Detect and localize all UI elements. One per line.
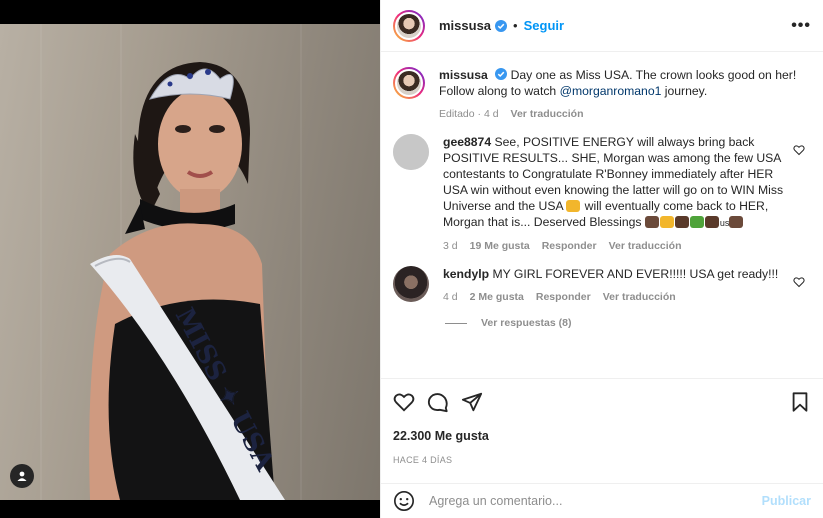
comment-avatar[interactable]	[393, 134, 429, 170]
comment-likes[interactable]: 2 Me gusta	[470, 291, 524, 303]
thumbs-up-emoji-icon	[729, 216, 744, 228]
like-heart-icon[interactable]	[393, 391, 415, 413]
add-comment-bar: Publicar	[381, 483, 823, 518]
comment-reply-button[interactable]: Responder	[536, 291, 591, 303]
comment-item: gee8874 See, POSITIVE ENERGY will always…	[393, 134, 811, 252]
comment-item: kendylp MY GIRL FOREVER AND EVER!!!!! US…	[393, 266, 811, 303]
comment-bubble-icon[interactable]	[427, 391, 449, 413]
comment-input[interactable]	[429, 494, 762, 508]
crown-emoji-icon	[659, 216, 674, 228]
comment-time: 4 d	[443, 291, 458, 303]
post-timestamp: HACE 4 DÍAS	[393, 455, 453, 465]
verified-badge-icon	[495, 68, 508, 80]
post-media[interactable]: MISS ✦ USA	[0, 0, 380, 518]
like-comment-heart-icon[interactable]	[793, 144, 805, 156]
post-header: missusa • Seguir •••	[381, 0, 823, 52]
caption-text: missusa Day one as Miss USA. The crown l…	[439, 67, 803, 99]
separator-dot: •	[513, 18, 518, 33]
comment-avatar[interactable]	[393, 266, 429, 302]
comment-body: MY GIRL FOREVER AND EVER!!!!! USA get re…	[492, 267, 779, 281]
caption-mention[interactable]: @morganromano1	[560, 84, 662, 98]
praying-emoji-icon	[644, 216, 659, 228]
more-icon[interactable]: •••	[791, 17, 811, 35]
like-count[interactable]: 22.300 Me gusta	[393, 429, 811, 443]
replies-divider	[445, 322, 467, 324]
comment-text: gee8874 See, POSITIVE ENERGY will always…	[443, 134, 785, 231]
verified-badge-icon	[495, 19, 508, 32]
comment-likes[interactable]: 19 Me gusta	[470, 240, 530, 252]
comment-translate[interactable]: Ver traducción	[609, 240, 682, 252]
author-avatar[interactable]	[393, 9, 425, 42]
caption-body-end: journey.	[661, 84, 708, 98]
tagged-user-icon[interactable]	[10, 464, 34, 488]
save-bookmark-icon[interactable]	[789, 391, 811, 413]
comment-translate[interactable]: Ver traducción	[603, 291, 676, 303]
post-sidebar: missusa • Seguir ••• missusa Day one as	[380, 0, 823, 518]
like-comment-heart-icon[interactable]	[793, 276, 805, 288]
instagram-post: MISS ✦ USA missusa • Seguir ••• missusa …	[0, 0, 823, 518]
comment-reply-button[interactable]: Responder	[542, 240, 597, 252]
comments-section: missusa Day one as Miss USA. The crown l…	[381, 53, 823, 377]
author-username[interactable]: missusa	[439, 18, 491, 33]
crown-emoji-icon	[566, 200, 581, 212]
comment-text: kendylp MY GIRL FOREVER AND EVER!!!!! US…	[443, 266, 785, 282]
view-replies-button[interactable]: Ver respuestas (8)	[445, 317, 811, 329]
share-send-icon[interactable]	[461, 391, 483, 413]
publish-button[interactable]: Publicar	[762, 494, 811, 508]
comment-username[interactable]: gee8874	[443, 135, 491, 149]
emoji-smiley-icon[interactable]	[393, 490, 415, 512]
view-replies-label: Ver respuestas (8)	[481, 317, 572, 329]
photo-subject: MISS ✦ USA	[89, 62, 285, 500]
comment-username[interactable]: kendylp	[443, 267, 489, 281]
post-photo[interactable]: MISS ✦ USA	[0, 24, 380, 500]
ok-hand-emoji-icon	[704, 216, 719, 228]
comment-time: 3 d	[443, 240, 458, 252]
us-flag-emoji: us	[719, 218, 730, 228]
caption-username[interactable]: missusa	[439, 68, 488, 82]
muscle-emoji-icon	[674, 216, 689, 228]
bouquet-emoji-icon	[689, 216, 704, 228]
post-actions: 22.300 Me gusta HACE 4 DÍAS	[381, 378, 823, 465]
caption: missusa Day one as Miss USA. The crown l…	[393, 67, 811, 120]
caption-avatar[interactable]	[393, 67, 425, 99]
caption-edited: Editado · 4 d	[439, 108, 499, 120]
caption-translate[interactable]: Ver traducción	[511, 108, 584, 120]
follow-button[interactable]: Seguir	[524, 18, 564, 33]
